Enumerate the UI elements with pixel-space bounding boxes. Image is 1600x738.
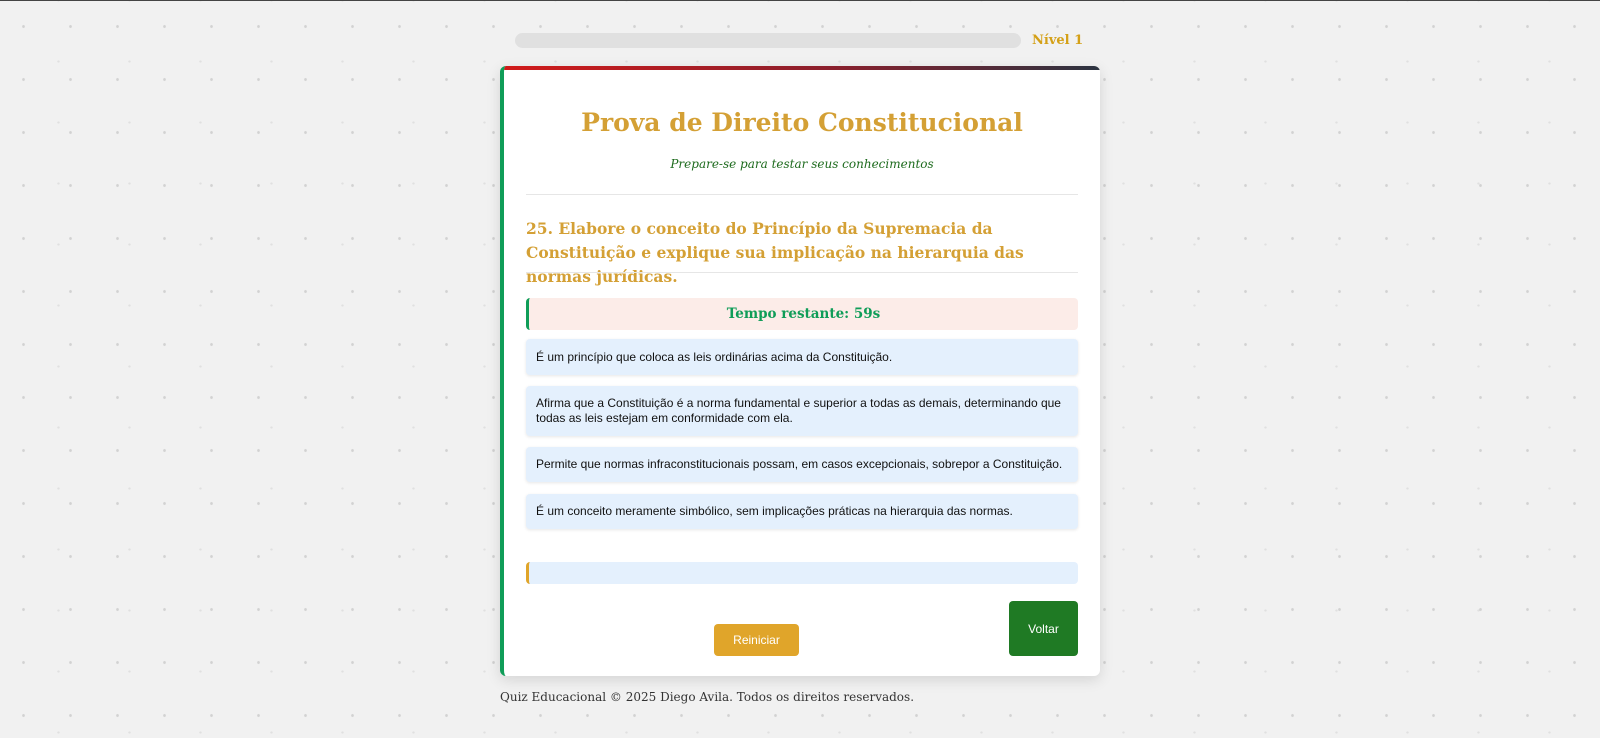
quiz-title: Prova de Direito Constitucional [581,108,1023,137]
card-top-accent-bar [504,66,1100,70]
quiz-subtitle: Prepare-se para testar seus conhecimento… [670,157,934,171]
answer-option-label: Permite que normas infraconstitucionais … [536,457,1063,471]
answer-option-label: É um conceito meramente simbólico, sem i… [536,504,1013,518]
answer-option-label: É um princípio que coloca as leis ordiná… [536,349,893,364]
answer-option-3[interactable]: Permite que normas infraconstitucionais … [526,447,1078,482]
timer-text: Tempo restante: 59s [726,306,881,322]
feedback-box [526,562,1078,584]
progress-bar [515,33,1021,48]
timer-box: Tempo restante: 59s [526,298,1078,330]
question-text: 25. Elabore o conceito do Princípio da S… [526,219,1024,286]
answer-option-2[interactable]: Afirma que a Constituição é a norma fund… [526,386,1078,436]
restart-button[interactable]: Reiniciar [714,624,799,656]
footer-copyright: Quiz Educacional © 2025 Diego Avila. Tod… [500,690,915,704]
answer-option-4[interactable]: É um conceito meramente simbólico, sem i… [526,494,1078,529]
question-divider [526,272,1078,273]
progress-area: Nível 1 [515,33,1083,49]
answer-option-1[interactable]: É um princípio que coloca as leis ordiná… [526,339,1078,375]
level-label: Nível 1 [1032,33,1084,48]
back-button[interactable]: Voltar [1009,601,1078,656]
quiz-card: Prova de Direito Constitucional Prepare-… [500,66,1100,676]
answer-option-label: Afirma que a Constituição é a norma fund… [536,396,1061,425]
header-divider [526,194,1078,195]
